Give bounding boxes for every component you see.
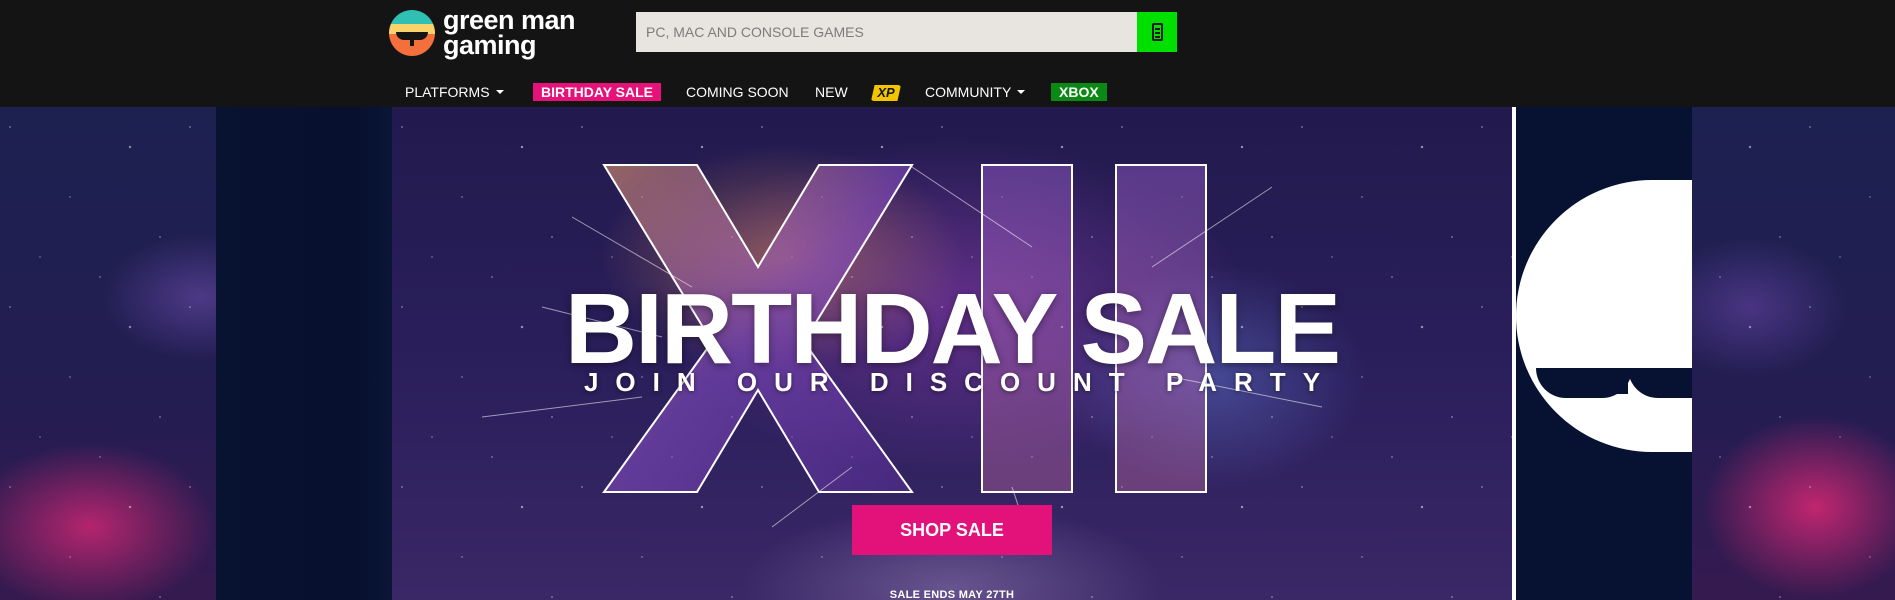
- sale-ends-text: SALE ENDS MAY 27TH: [889, 589, 1015, 600]
- main-nav: PLATFORMS BIRTHDAY SALE COMING SOON NEW …: [0, 80, 1895, 104]
- search-icon: [1151, 23, 1163, 41]
- nav-community-label: COMMUNITY: [925, 84, 1012, 100]
- hero-banner[interactable]: BIRTHDAY SALE JOIN OUR DISCOUNT PARTY SH…: [392, 107, 1512, 600]
- nav-xbox-label: XBOX: [1051, 83, 1107, 101]
- brand-logo-large-icon: [1516, 180, 1692, 452]
- logo-wordmark: green man gaming: [443, 7, 576, 60]
- nav-platforms-label: PLATFORMS: [405, 84, 490, 100]
- site-logo[interactable]: green man gaming: [389, 7, 579, 60]
- nav-xp[interactable]: XP: [871, 80, 901, 104]
- hero-subtitle: JOIN OUR DISCOUNT PARTY: [583, 367, 1338, 397]
- search-button[interactable]: [1137, 12, 1177, 52]
- site-header: green man gaming PLATFORMS BIRTHDAY SALE…: [0, 0, 1895, 107]
- shop-sale-button[interactable]: SHOP SALE: [852, 505, 1052, 555]
- nav-community[interactable]: COMMUNITY: [925, 80, 1026, 104]
- nav-birthday-sale[interactable]: BIRTHDAY SALE: [533, 80, 662, 104]
- nav-xbox[interactable]: XBOX: [1051, 80, 1107, 104]
- nav-new[interactable]: NEW: [815, 80, 848, 104]
- nav-coming-soon[interactable]: COMING SOON: [686, 80, 789, 104]
- search-bar: [636, 12, 1177, 52]
- nav-birthday-sale-label: BIRTHDAY SALE: [533, 83, 662, 101]
- logo-icon: [389, 10, 435, 56]
- caret-down-icon: [1017, 89, 1026, 94]
- hero-title: BIRTHDAY SALE: [564, 273, 1341, 385]
- side-panel-left: [216, 107, 392, 600]
- nav-platforms[interactable]: PLATFORMS: [405, 80, 504, 104]
- logo-line-2: gaming: [443, 30, 537, 60]
- xp-badge: XP: [871, 85, 901, 101]
- search-input[interactable]: [636, 12, 1137, 52]
- caret-down-icon: [495, 89, 504, 94]
